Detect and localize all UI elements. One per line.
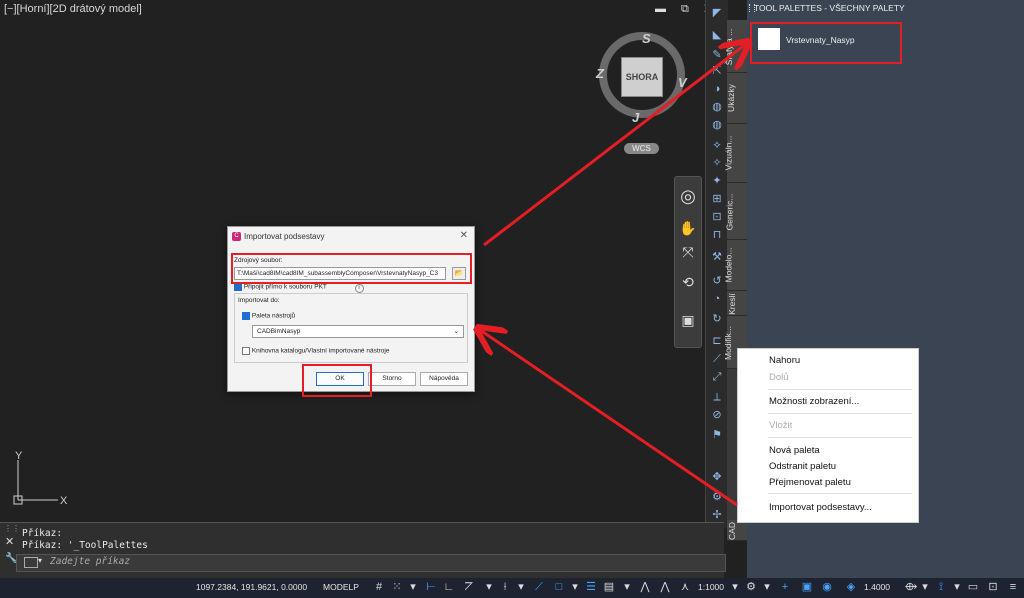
osnap-icon[interactable]: □ [552,580,566,594]
infer-icon[interactable]: ⊢ [424,580,438,594]
grip-icon[interactable]: ⋮⋮ [4,524,20,533]
menu-icon[interactable]: ≡ [1006,580,1020,594]
workspace-icon[interactable]: ⟴ [904,580,918,594]
coordinates-readout[interactable]: 1097.2384, 191.9621, 0.0000 [196,582,307,592]
chevron-down-icon[interactable]: ▾ [514,580,528,594]
chevron-down-icon[interactable]: ▾ [482,580,496,594]
close-icon[interactable]: ✕ [5,535,14,548]
snap-icon[interactable]: ⁙ [390,580,404,594]
command-icon[interactable] [24,557,38,568]
plus-icon[interactable]: + [778,580,792,594]
lineweight-value[interactable]: 1.4000 [864,582,890,592]
layer-icon[interactable]: ◈ [844,580,858,594]
annotation-scale-icon[interactable]: ⋏ [678,580,692,594]
isolate-icon[interactable]: ◉ [820,580,834,594]
clean-screen-icon[interactable]: ▭ [966,580,980,594]
command-history-line: Příkaz: [22,528,63,539]
grid-icon[interactable]: # [372,580,386,594]
transparency-icon[interactable]: ▤ [602,580,616,594]
polar-icon[interactable]: ⦢ [462,580,476,594]
command-placeholder[interactable]: Zadejte příkaz [50,556,130,567]
chevron-down-icon[interactable]: ▾ [918,580,932,594]
annotation-visibility-icon[interactable]: ⋀ [638,580,652,594]
hardware-acceleration-icon[interactable]: ▣ [800,580,814,594]
command-history-line: Příkaz: '_ToolPalettes [22,540,148,551]
chevron-down-icon[interactable]: ▾ [38,556,42,565]
command-history: Příkaz: Příkaz: '_ToolPalettes [22,528,148,552]
chevron-down-icon[interactable]: ▾ [950,580,964,594]
otrack-icon[interactable]: ⟋ [532,580,546,594]
gear-icon[interactable]: ⚙ [744,580,758,594]
chevron-down-icon[interactable]: ▾ [568,580,582,594]
chevron-down-icon[interactable]: ▾ [620,580,634,594]
autoscale-icon[interactable]: ⋀ [658,580,672,594]
ortho-icon[interactable]: ∟ [442,580,456,594]
chevron-down-icon[interactable]: ▾ [728,580,742,594]
annotation-scale[interactable]: 1:1000 [698,582,724,592]
annotation-arrows [0,0,1024,507]
fullscreen-icon[interactable]: ⊡ [986,580,1000,594]
isodraft-icon[interactable]: ⟊ [498,580,512,594]
lineweight-icon[interactable]: ☰ [584,580,598,594]
chevron-down-icon[interactable]: ▾ [760,580,774,594]
tag-icon[interactable]: ⟟ [934,580,948,594]
model-space-toggle[interactable]: MODELP [323,582,359,592]
chevron-down-icon[interactable]: ▾ [406,580,420,594]
